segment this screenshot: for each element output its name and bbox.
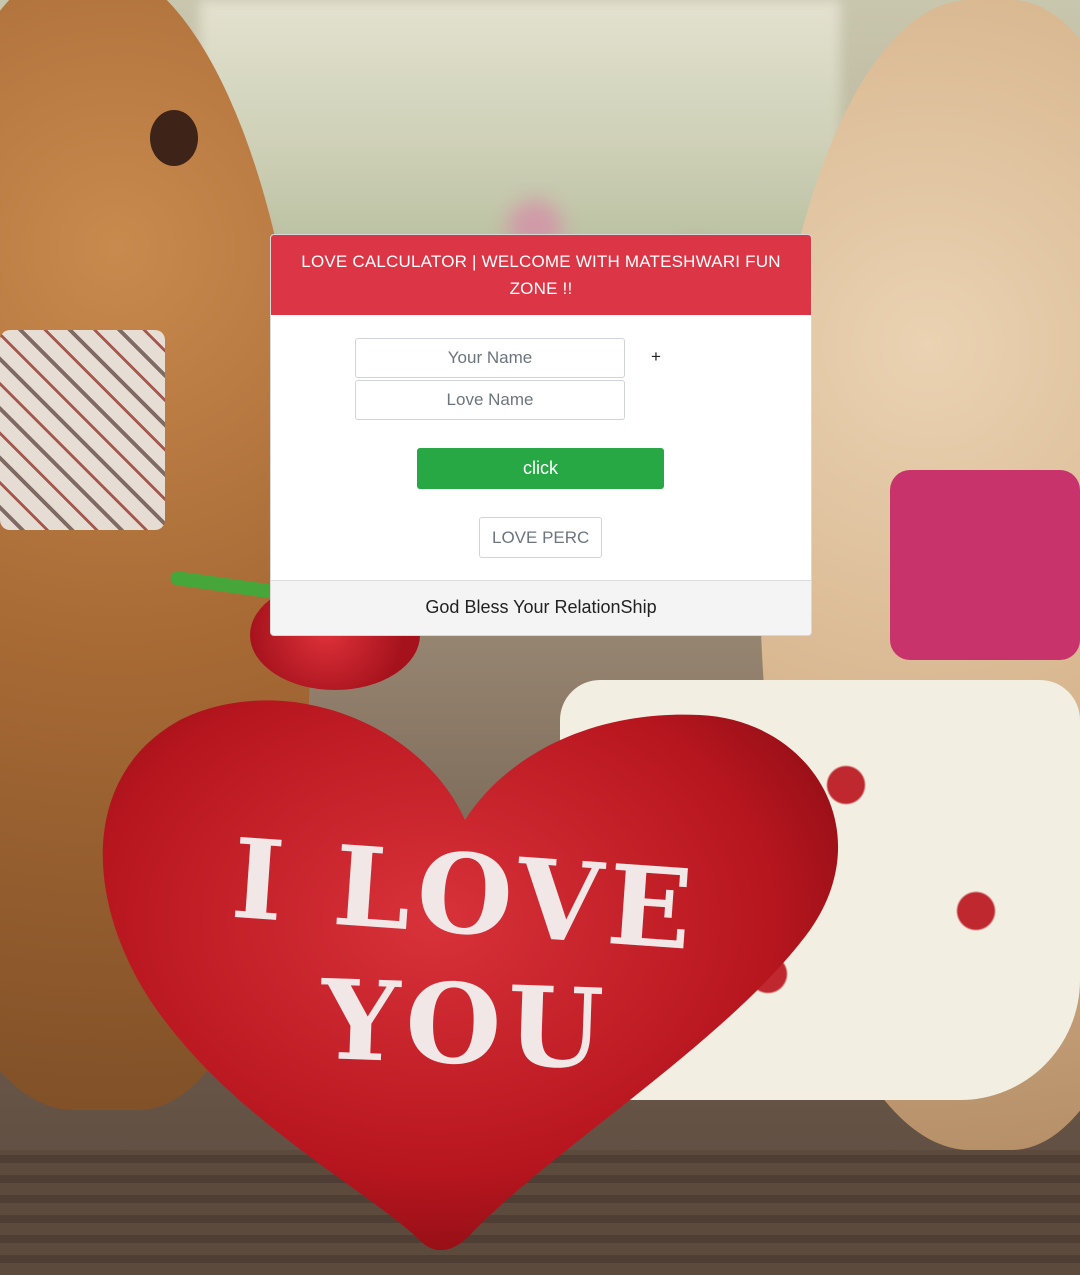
card-footer-text: God Bless Your RelationShip [271,580,811,635]
card-body: + click [271,315,811,580]
love-name-input[interactable] [355,380,625,420]
love-calculator-card: LOVE CALCULATOR | WELCOME WITH MATESHWAR… [270,234,812,636]
card-header-title: LOVE CALCULATOR | WELCOME WITH MATESHWAR… [271,235,811,315]
calculate-button[interactable]: click [417,448,664,489]
heart-text-line2: YOU [318,955,612,1094]
love-percentage-field[interactable] [479,517,602,558]
teddy-bear-scarf [0,330,165,530]
your-name-input[interactable] [355,338,625,378]
background-photo: I LOVE YOU [0,0,1080,1275]
teddy-bear-nose [150,110,198,166]
plus-sign: + [651,347,661,366]
heart-pillow: I LOVE YOU [90,680,840,1251]
teddy-bear-shirt [890,470,1080,660]
